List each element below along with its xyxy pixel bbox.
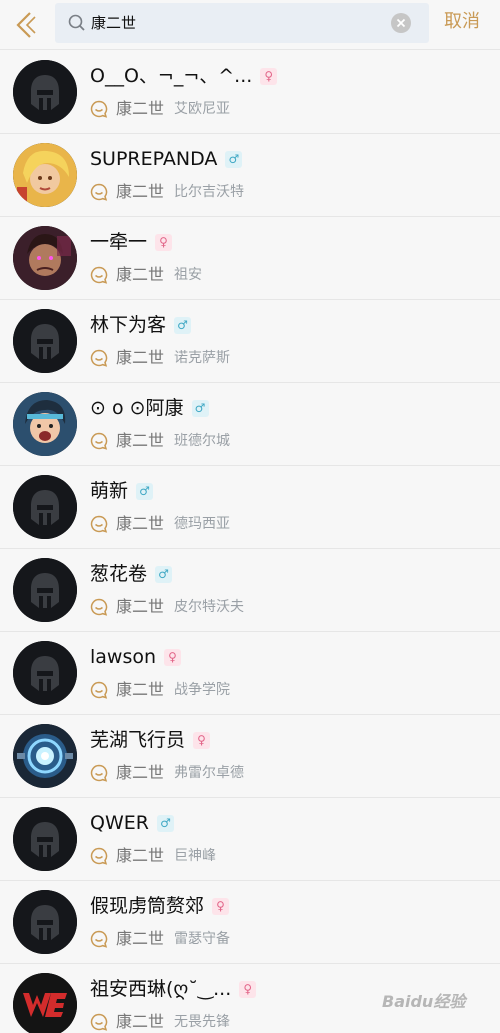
result-row[interactable]: ⊙ o ⊙阿康 ♂ 康二世 班德尔城 (0, 383, 500, 466)
clear-search-button[interactable] (391, 13, 411, 33)
result-row[interactable]: 一牵一 ♀ 康二世 祖安 (0, 217, 500, 300)
gender-icon: ♂ (156, 814, 174, 832)
search-results-list: O__O、¬_¬、^... ♀ 康二世 艾欧尼亚 SUPREPANDA ♂ 康二世 比尔… (0, 51, 500, 1033)
server-name: 战争学院 (174, 682, 231, 698)
chat-icon (90, 432, 108, 450)
gender-icon: ♂ (174, 316, 192, 334)
avatar-dark-warrior-portrait (13, 226, 77, 290)
avatar-blue-core-emblem (13, 724, 77, 788)
cancel-button[interactable]: 取消 (444, 10, 480, 34)
avatar-helmet-icon (13, 309, 77, 373)
result-row[interactable]: lawson ♀ 康二世 战争学院 (0, 632, 500, 715)
avatar-helmet-icon (13, 558, 77, 622)
gender-icon: ♂ (225, 150, 243, 168)
gender-icon: ♀ (239, 980, 257, 998)
chat-icon (90, 847, 108, 865)
game-name: 康二世 (116, 680, 165, 699)
server-name: 弗雷尔卓德 (174, 765, 245, 781)
avatar-shouting-hero-portrait (13, 392, 77, 456)
chat-icon (90, 183, 108, 201)
game-name: 康二世 (116, 929, 165, 948)
chat-icon (90, 1013, 108, 1031)
watermark: Baidu经验 (382, 992, 466, 1011)
player-name: 假现虏筒赘郊 (90, 895, 205, 917)
search-input[interactable]: 康二世 (55, 3, 429, 43)
avatar-helmet-icon (13, 60, 77, 124)
player-name: 萌新 (90, 480, 129, 502)
game-name: 康二世 (116, 431, 165, 450)
gender-icon: ♀ (164, 648, 182, 666)
result-row[interactable]: 芜湖飞行员 ♀ 康二世 弗雷尔卓德 (0, 715, 500, 798)
chat-icon (90, 930, 108, 948)
result-row[interactable]: 葱花卷 ♂ 康二世 皮尔特沃夫 (0, 549, 500, 632)
player-name: O__O、¬_¬、^... (90, 65, 253, 87)
gender-icon: ♀ (212, 897, 230, 915)
avatar-helmet-icon (13, 890, 77, 954)
close-icon (396, 18, 406, 28)
back-chevron-icon (16, 12, 36, 38)
server-name: 诺克萨斯 (174, 350, 231, 366)
chat-icon (90, 515, 108, 533)
server-name: 班德尔城 (174, 433, 231, 449)
gender-icon: ♀ (193, 731, 211, 749)
player-name: 葱花卷 (90, 563, 148, 585)
game-name: 康二世 (116, 265, 165, 284)
search-icon (68, 14, 85, 31)
server-name: 无畏先锋 (174, 1014, 231, 1030)
result-row[interactable]: 林下为客 ♂ 康二世 诺克萨斯 (0, 300, 500, 383)
player-name: SUPREPANDA (90, 148, 218, 170)
player-name: lawson (90, 646, 157, 668)
back-button[interactable] (8, 5, 42, 45)
top-bar: 康二世 取消 (0, 0, 500, 50)
gender-icon: ♀ (260, 67, 278, 85)
server-name: 雷瑟守备 (174, 931, 231, 947)
server-name: 比尔吉沃特 (174, 184, 245, 200)
avatar-helmet-icon (13, 807, 77, 871)
gender-icon: ♂ (191, 399, 209, 417)
result-row[interactable]: QWER ♂ 康二世 巨神峰 (0, 798, 500, 881)
player-name: 一牵一 (90, 231, 148, 253)
chat-icon (90, 598, 108, 616)
server-name: 皮尔特沃夫 (174, 599, 245, 615)
player-name: 林下为客 (90, 314, 167, 336)
gender-icon: ♂ (155, 565, 173, 583)
gender-icon: ♀ (155, 233, 173, 251)
player-name: ⊙ o ⊙阿康 (90, 397, 184, 419)
server-name: 巨神峰 (174, 848, 217, 864)
player-name: QWER (90, 812, 149, 834)
chat-icon (90, 349, 108, 367)
gender-icon: ♂ (136, 482, 154, 500)
result-row[interactable]: SUPREPANDA ♂ 康二世 比尔吉沃特 (0, 134, 500, 217)
chat-icon (90, 100, 108, 118)
game-name: 康二世 (116, 348, 165, 367)
result-row[interactable]: 假现虏筒赘郊 ♀ 康二世 雷瑟守备 (0, 881, 500, 964)
server-name: 德玛西亚 (174, 516, 231, 532)
game-name: 康二世 (116, 182, 165, 201)
game-name: 康二世 (116, 763, 165, 782)
player-name: 芜湖飞行员 (90, 729, 186, 751)
chat-icon (90, 266, 108, 284)
game-name: 康二世 (116, 597, 165, 616)
game-name: 康二世 (116, 1012, 165, 1031)
chat-icon (90, 681, 108, 699)
game-name: 康二世 (116, 846, 165, 865)
server-name: 祖安 (174, 267, 203, 283)
avatar-we-team-logo (13, 973, 77, 1033)
player-name: 祖安西琳(ღ˘‿... (90, 978, 232, 1000)
search-query: 康二世 (91, 14, 137, 32)
avatar-helmet-icon (13, 475, 77, 539)
avatar-blonde-warrior-portrait (13, 143, 77, 207)
server-name: 艾欧尼亚 (174, 101, 231, 117)
game-name: 康二世 (116, 514, 165, 533)
chat-icon (90, 764, 108, 782)
game-name: 康二世 (116, 99, 165, 118)
result-row[interactable]: O__O、¬_¬、^... ♀ 康二世 艾欧尼亚 (0, 51, 500, 134)
result-row[interactable]: 萌新 ♂ 康二世 德玛西亚 (0, 466, 500, 549)
avatar-helmet-icon (13, 641, 77, 705)
